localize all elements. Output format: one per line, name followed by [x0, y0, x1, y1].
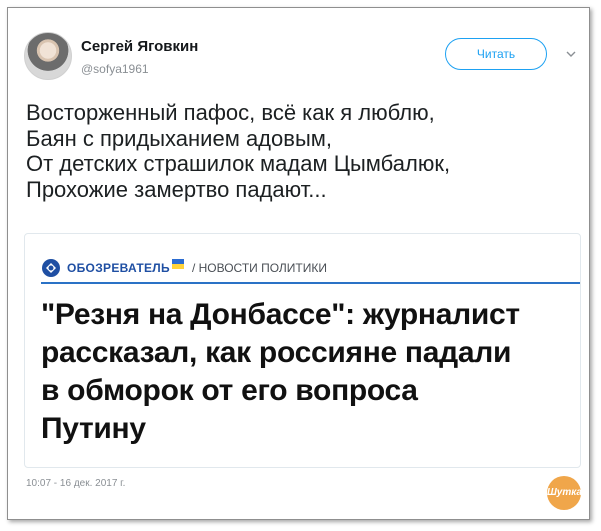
- watermark-logo: Шутка: [547, 476, 582, 510]
- tweet-text-line: Прохожие замертво падают...: [26, 176, 327, 202]
- author-handle[interactable]: @sofya1961: [81, 62, 149, 76]
- source-logo-icon: [42, 259, 60, 277]
- embed-header: ОБОЗРЕВАТЕЛЬ / НОВОСТИ ПОЛИТИКИ: [41, 256, 327, 280]
- tweet-text-line: От детских страшилок мадам Цымбалюк,: [26, 151, 451, 176]
- tweet-card: Сергей Яговкин @sofya1961 Читать Восторж…: [7, 7, 590, 520]
- timestamp[interactable]: 10:07 - 16 дек. 2017 г.: [26, 478, 125, 489]
- tweet-text: Восторженный пафос, всё как я люблю, Бая…: [26, 100, 581, 202]
- flag-icon: [171, 259, 184, 269]
- article-headline[interactable]: "Резня на Донбассе": журналист рассказал…: [41, 296, 571, 448]
- tweet-text-line: Восторженный пафос, всё как я люблю,: [26, 100, 435, 125]
- follow-button[interactable]: Читать: [445, 38, 547, 70]
- section-label: / НОВОСТИ ПОЛИТИКИ: [191, 261, 327, 275]
- headline-line: рассказал, как россияне падали: [41, 336, 512, 369]
- source-name: ОБОЗРЕВАТЕЛЬ: [67, 261, 170, 275]
- chevron-down-icon[interactable]: [566, 50, 576, 58]
- tweet-text-line: Баян с придыханием адовым,: [26, 125, 332, 151]
- headline-line: в обморок от его вопроса: [41, 374, 418, 407]
- avatar[interactable]: [24, 32, 72, 80]
- divider: [41, 282, 580, 284]
- embedded-article[interactable]: ОБОЗРЕВАТЕЛЬ / НОВОСТИ ПОЛИТИКИ "Резня н…: [24, 233, 581, 468]
- headline-line: "Резня на Донбассе": журналист: [41, 298, 520, 331]
- author-name[interactable]: Сергей Яговкин: [81, 38, 198, 55]
- headline-line: Путину: [41, 412, 146, 445]
